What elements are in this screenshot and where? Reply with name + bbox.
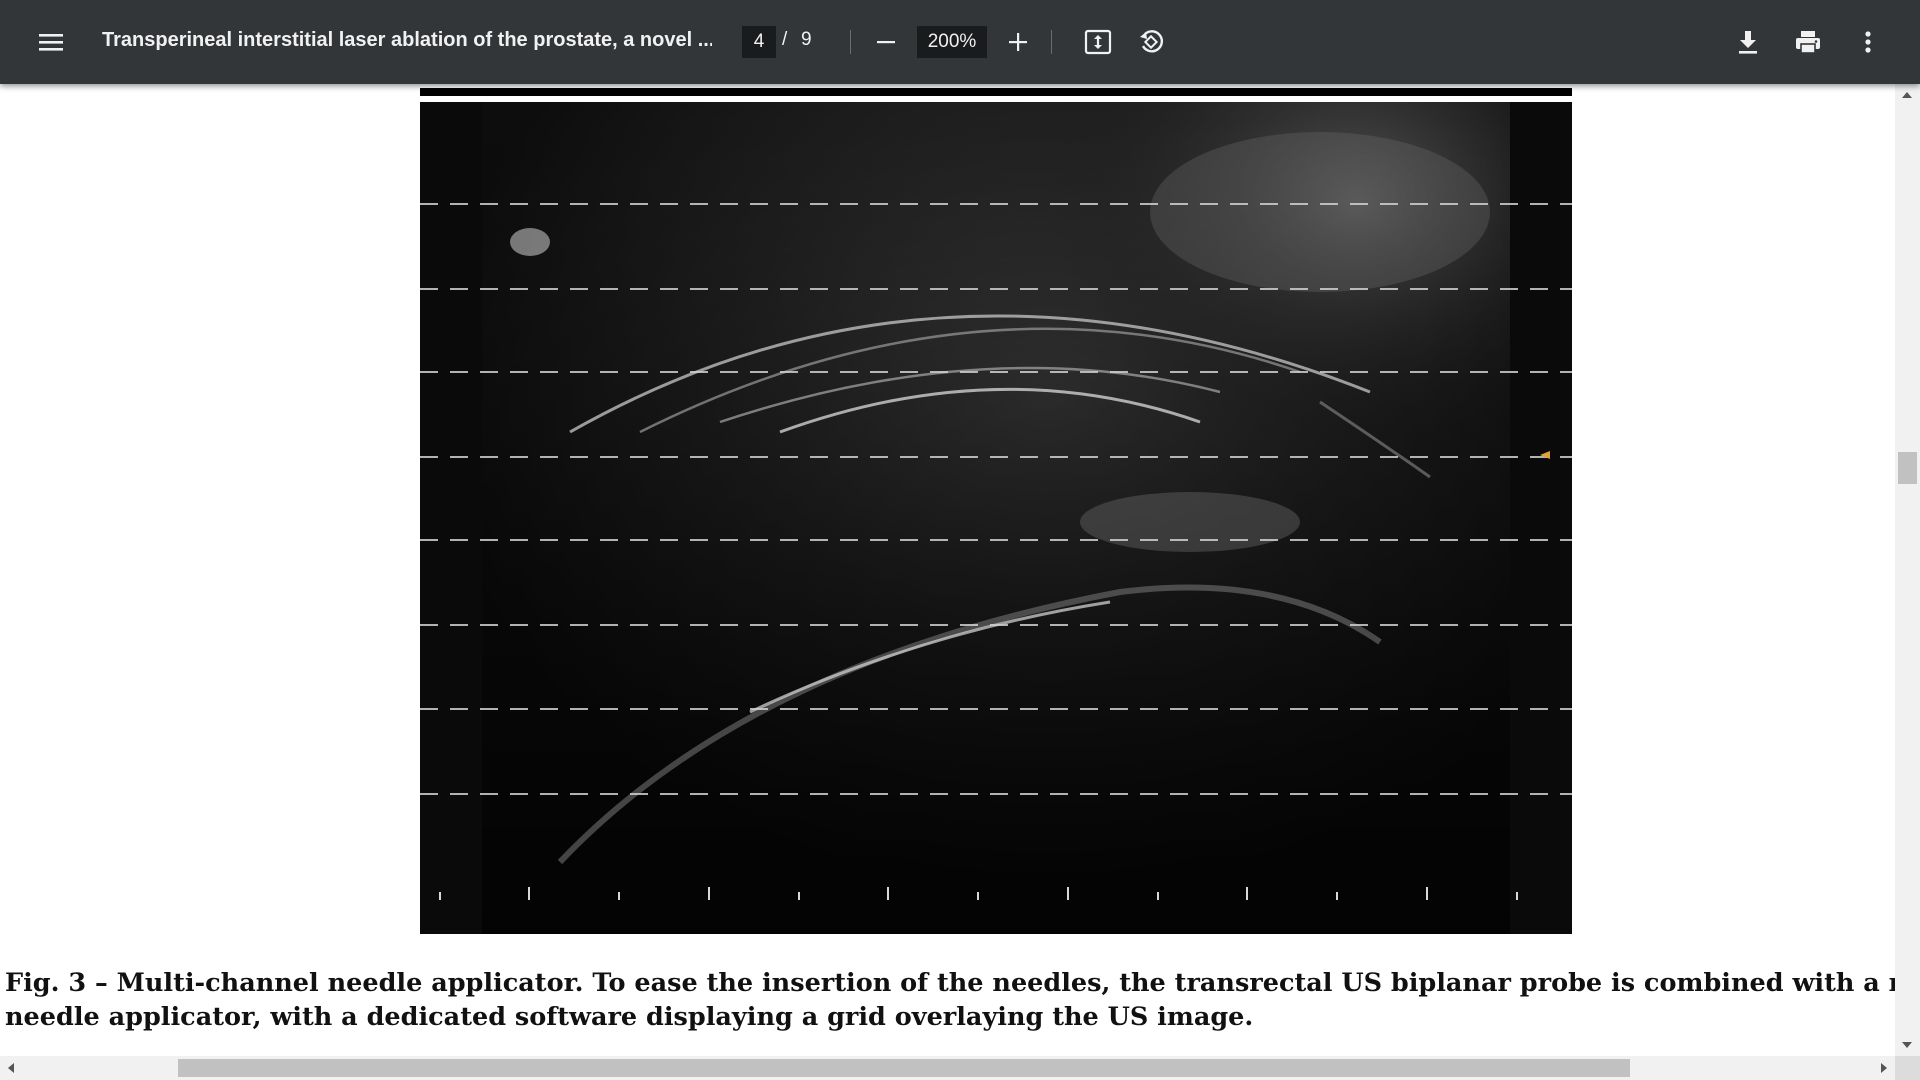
figure-caption: Fig. 3 – Multi-channel needle applicator… bbox=[5, 966, 1895, 1034]
ultrasound-image bbox=[420, 102, 1572, 934]
scroll-left-arrow-icon[interactable] bbox=[8, 1063, 14, 1073]
figure-border bbox=[420, 88, 1572, 96]
download-icon bbox=[1739, 31, 1757, 54]
horizontal-scroll-thumb[interactable] bbox=[178, 1059, 1630, 1077]
more-actions-button[interactable] bbox=[1848, 22, 1888, 62]
scroll-down-arrow-icon[interactable] bbox=[1902, 1042, 1912, 1048]
zoom-in-button[interactable] bbox=[998, 22, 1038, 62]
caption-line-2: needle applicator, with a dedicated soft… bbox=[5, 1002, 1254, 1032]
scrollbar-corner bbox=[1895, 1056, 1920, 1080]
caption-line-1: Fig. 3 – Multi-channel needle applicator… bbox=[5, 968, 1895, 998]
page-separator: / bbox=[782, 29, 788, 50]
toolbar-divider bbox=[1051, 30, 1052, 54]
rotate-counterclockwise-icon bbox=[1140, 30, 1164, 53]
horizontal-scrollbar[interactable] bbox=[0, 1056, 1895, 1080]
scroll-up-arrow-icon[interactable] bbox=[1902, 92, 1912, 98]
vertical-scroll-thumb[interactable] bbox=[1898, 452, 1917, 484]
download-button[interactable] bbox=[1728, 22, 1768, 62]
more-vertical-icon bbox=[1865, 31, 1871, 53]
hamburger-menu-icon[interactable] bbox=[28, 22, 74, 62]
zoom-out-button[interactable] bbox=[866, 22, 906, 62]
total-pages: 9 bbox=[801, 29, 812, 50]
scroll-right-arrow-icon[interactable] bbox=[1881, 1063, 1887, 1073]
minus-icon bbox=[877, 41, 895, 44]
page-number-input[interactable]: 4 bbox=[742, 26, 776, 58]
pdf-viewer[interactable]: Fig. 3 – Multi-channel needle applicator… bbox=[0, 84, 1895, 1056]
fit-to-page-icon bbox=[1084, 29, 1112, 55]
print-icon bbox=[1796, 31, 1820, 54]
rotate-button[interactable] bbox=[1131, 22, 1171, 62]
document-title: Transperineal interstitial laser ablatio… bbox=[102, 29, 712, 51]
pdf-toolbar: Transperineal interstitial laser ablatio… bbox=[0, 0, 1920, 84]
vertical-scrollbar[interactable] bbox=[1895, 84, 1920, 1056]
fit-to-page-button[interactable] bbox=[1078, 22, 1118, 62]
toolbar-divider bbox=[850, 30, 851, 54]
print-button[interactable] bbox=[1788, 22, 1828, 62]
zoom-level-input[interactable]: 200% bbox=[917, 26, 987, 58]
plus-icon bbox=[1009, 33, 1027, 51]
